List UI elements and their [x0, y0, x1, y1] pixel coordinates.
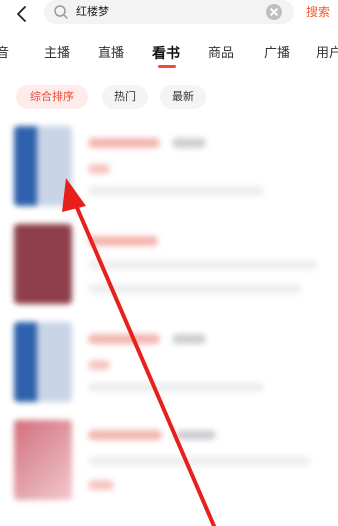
book-meta-blur: [88, 164, 110, 174]
tab-users[interactable]: 用户: [316, 44, 338, 64]
book-cover: [14, 420, 72, 500]
book-tag-blur: [172, 334, 206, 344]
book-tag-blur: [176, 430, 216, 440]
tab-radio[interactable]: 广播: [264, 44, 290, 64]
tab-live[interactable]: 直播: [98, 44, 124, 64]
tab-anchor[interactable]: 主播: [44, 44, 70, 64]
book-tag-blur: [172, 138, 206, 148]
active-tab-indicator: [158, 65, 176, 68]
book-title-blur: [88, 138, 160, 148]
list-item[interactable]: [0, 224, 338, 316]
book-cover: [14, 224, 72, 304]
clear-icon[interactable]: [266, 4, 282, 20]
book-desc-blur: [88, 284, 302, 294]
filter-chip-hot[interactable]: 热门: [102, 85, 148, 109]
book-desc-blur: [88, 260, 318, 270]
book-desc-blur: [88, 456, 310, 466]
book-title-blur: [88, 430, 162, 440]
search-button[interactable]: 搜索: [306, 3, 330, 21]
search-query-text: 红楼梦: [76, 5, 109, 18]
search-icon: [52, 3, 70, 21]
book-desc-blur: [88, 382, 264, 392]
book-cover: [14, 322, 72, 402]
list-item[interactable]: [0, 322, 338, 414]
book-title-blur: [88, 334, 160, 344]
tab-books[interactable]: 看书: [152, 44, 180, 64]
book-title-blur: [88, 236, 158, 246]
tab-goods[interactable]: 商品: [208, 44, 234, 64]
filter-chip-latest[interactable]: 最新: [160, 85, 206, 109]
list-item[interactable]: [0, 420, 338, 512]
back-chevron-icon[interactable]: [12, 4, 32, 24]
tab-audio[interactable]: 音: [0, 44, 9, 64]
book-meta-blur: [88, 360, 110, 370]
book-cover: [14, 126, 72, 206]
book-desc-blur: [88, 186, 264, 196]
search-input[interactable]: 红楼梦: [44, 0, 294, 24]
book-meta-blur: [88, 480, 114, 490]
list-item[interactable]: [0, 126, 338, 218]
filter-chip-comprehensive[interactable]: 综合排序: [16, 85, 88, 109]
